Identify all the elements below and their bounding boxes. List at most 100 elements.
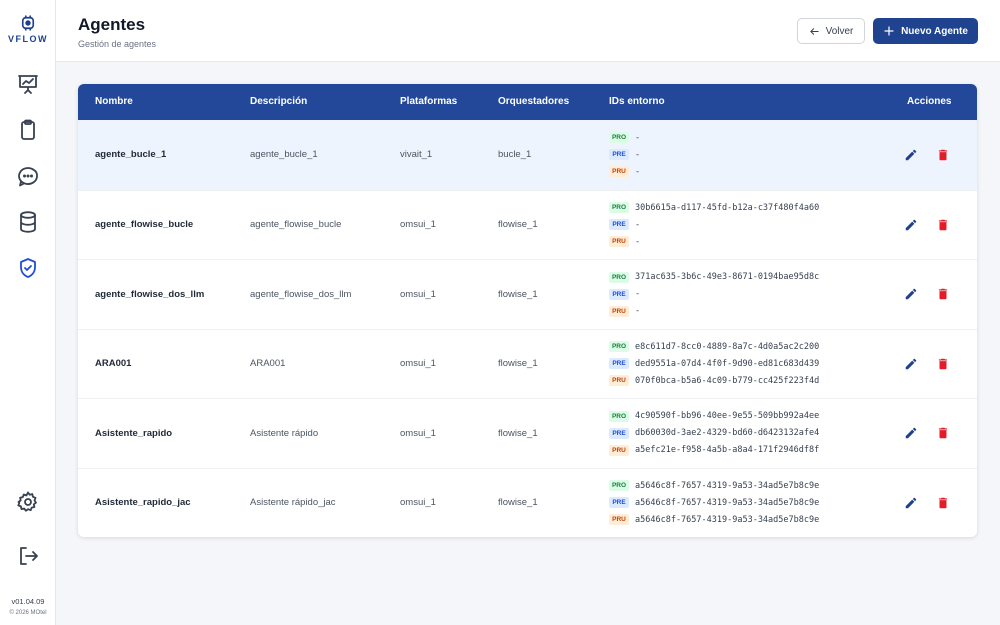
env-id-value[interactable]: e8c611d7-8cc0-4889-8a7c-4d0a5ac2c200: [635, 342, 819, 352]
clipboard-icon: [21, 119, 35, 140]
env-id-pru: PRU a5efc21e-f958-4a5b-a8a4-171f2946df8f: [609, 443, 819, 457]
shield-check-icon: [20, 258, 36, 278]
env-id-pre: PRE ded9551a-07d4-4f0f-9d90-ed81c683d439: [609, 357, 819, 371]
agent-description: ARA001: [250, 358, 286, 370]
column-header-ids-entorno[interactable]: IDs entorno: [609, 84, 665, 120]
env-id-pre: PRE -: [609, 218, 819, 232]
env-id-pre: PRE a5646c8f-7657-4319-9a53-34ad5e7b8c9e: [609, 496, 819, 510]
env-id-value[interactable]: -: [635, 167, 640, 177]
env-id-value[interactable]: a5646c8f-7657-4319-9a53-34ad5e7b8c9e: [635, 481, 819, 491]
vflow-logo-icon: [21, 15, 35, 31]
table-row[interactable]: agente_flowise_bucle agente_flowise_bucle…: [78, 189, 977, 260]
agent-description: Asistente rápido: [250, 427, 319, 439]
env-id-value[interactable]: a5646c8f-7657-4319-9a53-34ad5e7b8c9e: [635, 515, 819, 525]
edit-icon[interactable]: [904, 426, 918, 440]
agent-name: ARA001: [95, 358, 132, 370]
env-id-value[interactable]: db60030d-3ae2-4329-bd60-d6423132afe4: [635, 428, 819, 438]
agent-platform: omsui_1: [400, 288, 436, 300]
env-id-value[interactable]: 4c90590f-bb96-40ee-9e55-509bb992a4ee: [635, 411, 819, 421]
env-id-value[interactable]: 371ac635-3b6c-49e3-8671-0194bae95d8c: [635, 272, 819, 282]
row-actions: [904, 399, 950, 468]
delete-icon[interactable]: [936, 496, 950, 510]
env-badge-pru: PRU: [609, 166, 629, 178]
agent-orchestrator: flowise_1: [498, 358, 538, 370]
env-ids: PRO e8c611d7-8cc0-4889-8a7c-4d0a5ac2c200 P…: [609, 330, 819, 399]
chart-icon: [18, 75, 38, 94]
env-id-pru: PRU -: [609, 304, 819, 318]
app-logo[interactable]: VFLOW: [0, 14, 56, 44]
new-agent-button-label: Nuevo Agente: [901, 25, 968, 37]
delete-icon[interactable]: [936, 287, 950, 301]
env-id-value[interactable]: -: [635, 237, 640, 247]
env-badge-pro: PRO: [609, 480, 629, 492]
env-badge-pro: PRO: [609, 410, 629, 422]
env-id-value[interactable]: ded9551a-07d4-4f0f-9d90-ed81c683d439: [635, 359, 819, 369]
copyright: © 2026 MOtel: [9, 610, 47, 616]
edit-icon[interactable]: [904, 287, 918, 301]
env-id-value[interactable]: -: [635, 220, 640, 230]
env-badge-pro: PRO: [609, 132, 629, 144]
edit-icon[interactable]: [904, 357, 918, 371]
nav-logout[interactable]: [16, 544, 40, 568]
agent-description: agente_flowise_bucle: [250, 219, 342, 231]
nav-settings[interactable]: [16, 490, 40, 514]
env-id-value[interactable]: -: [635, 150, 640, 160]
env-id-pro: PRO a5646c8f-7657-4319-9a53-34ad5e7b8c9e: [609, 479, 819, 493]
env-id-value[interactable]: -: [635, 289, 640, 299]
env-badge-pro: PRO: [609, 202, 629, 214]
env-badge-pre: PRE: [609, 219, 629, 231]
column-header-plataformas[interactable]: Plataformas: [400, 84, 457, 120]
env-id-value[interactable]: 070f0bca-b5a6-4c09-b779-cc425f223f4d: [635, 376, 819, 386]
delete-icon[interactable]: [936, 426, 950, 440]
page-subtitle: Gestión de agentes: [78, 39, 157, 49]
agent-orchestrator: flowise_1: [498, 219, 538, 231]
nav-database[interactable]: [16, 210, 40, 234]
back-button[interactable]: Volver: [797, 18, 865, 44]
agent-name: agente_bucle_1: [95, 149, 167, 161]
agents-table: Nombre Descripción Plataformas Orquestad…: [78, 84, 977, 537]
plus-icon: [884, 26, 894, 36]
nav-clipboard[interactable]: [16, 118, 40, 142]
delete-icon[interactable]: [936, 357, 950, 371]
page-title: Agentes: [78, 15, 146, 34]
env-id-value[interactable]: a5646c8f-7657-4319-9a53-34ad5e7b8c9e: [635, 498, 819, 508]
env-id-value[interactable]: -: [635, 306, 640, 316]
table-row[interactable]: agente_flowise_dos_llm agente_flowise_dos…: [78, 259, 977, 329]
table-row[interactable]: agente_bucle_1 agente_bucle_1 vivait_1 bucl…: [78, 120, 977, 190]
agent-description: agente_flowise_dos_llm: [250, 288, 352, 300]
agent-platform: omsui_1: [400, 427, 436, 439]
env-ids: PRO 4c90590f-bb96-40ee-9e55-509bb992a4ee P…: [609, 399, 819, 468]
edit-icon[interactable]: [904, 218, 918, 232]
table-row[interactable]: Asistente_rapido Asistente rápido omsui_1 f…: [78, 398, 977, 468]
logout-icon: [20, 547, 38, 565]
delete-icon[interactable]: [936, 218, 950, 232]
row-actions: [904, 330, 950, 399]
column-header-nombre[interactable]: Nombre: [95, 84, 133, 120]
env-ids: PRO 371ac635-3b6c-49e3-8671-0194bae95d8c P…: [609, 260, 819, 329]
agent-orchestrator: flowise_1: [498, 497, 538, 509]
env-ids: PRO - PRE - PRU -: [609, 120, 640, 190]
env-id-value[interactable]: -: [635, 133, 640, 143]
agent-platform: vivait_1: [400, 149, 433, 161]
edit-icon[interactable]: [904, 496, 918, 510]
column-header-descripcion[interactable]: Descripción: [250, 84, 307, 120]
new-agent-button[interactable]: Nuevo Agente: [873, 18, 978, 44]
edit-icon[interactable]: [904, 148, 918, 162]
table-row[interactable]: ARA001 ARA001 omsui_1 flowise_1 PRO e8c611d7-…: [78, 328, 977, 399]
nav-dashboard[interactable]: [16, 72, 40, 96]
delete-icon[interactable]: [936, 148, 950, 162]
env-id-pru: PRU 070f0bca-b5a6-4c09-b779-cc425f223f4d: [609, 374, 819, 388]
env-badge-pre: PRE: [609, 427, 629, 439]
column-header-orquestadores[interactable]: Orquestadores: [498, 84, 569, 120]
env-badge-pre: PRE: [609, 149, 629, 161]
nav-agents[interactable]: [16, 256, 40, 280]
env-id-pru: PRU -: [609, 165, 640, 179]
env-id-pro: PRO e8c611d7-8cc0-4889-8a7c-4d0a5ac2c200: [609, 340, 819, 354]
env-id-value[interactable]: 30b6615a-d117-45fd-b12a-c37f480f4a60: [635, 203, 819, 213]
env-badge-pro: PRO: [609, 271, 629, 283]
env-id-pru: PRU -: [609, 235, 819, 249]
table-row[interactable]: Asistente_rapido_jac Asistente rápido_jac…: [78, 467, 977, 538]
nav-chat[interactable]: [16, 164, 40, 188]
env-id-value[interactable]: a5efc21e-f958-4a5b-a8a4-171f2946df8f: [635, 445, 819, 455]
row-actions: [904, 260, 950, 329]
